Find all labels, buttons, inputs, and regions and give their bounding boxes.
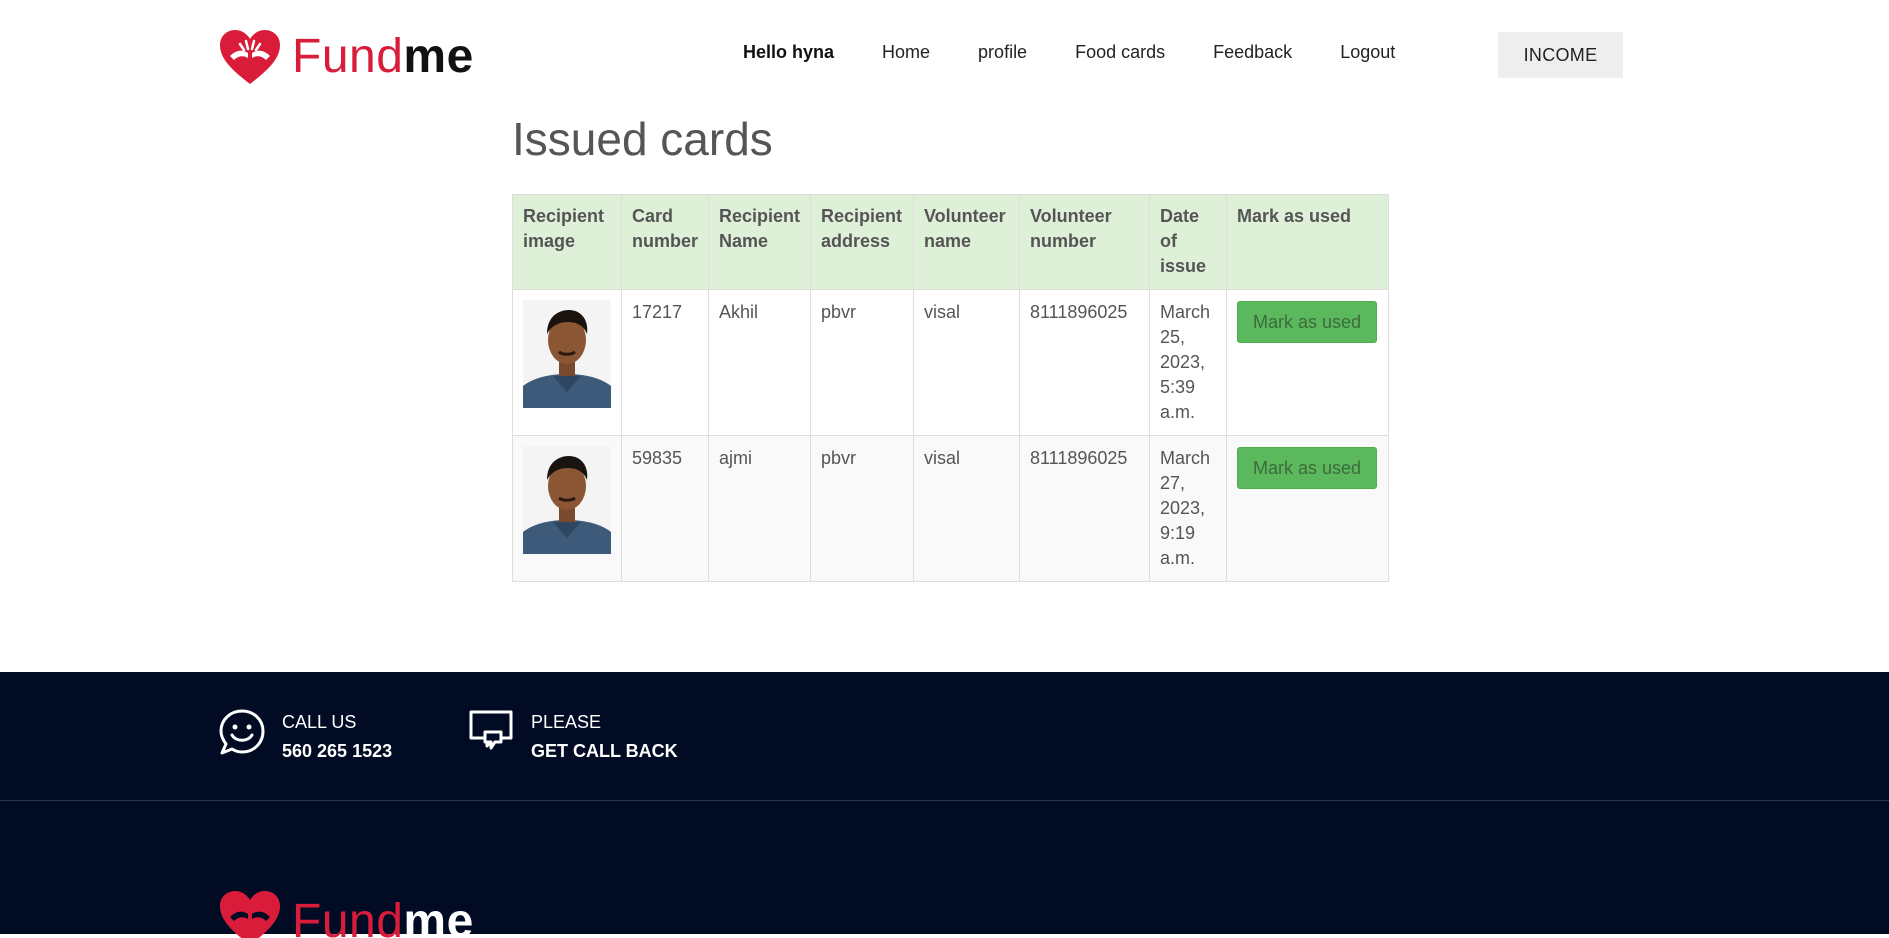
table-row: 59835 ajmi pbvr visal 8111896025 March 2… <box>512 435 1389 582</box>
recipient-photo <box>523 446 611 554</box>
callback-text: PLEASE GET CALL BACK <box>531 708 678 766</box>
site-footer: CALL US 560 265 1523 PLEASE GET CALL BAC… <box>0 672 1889 938</box>
main-nav: Hello hyna Home profile Food cards Feedb… <box>743 42 1395 63</box>
callback-label: PLEASE <box>531 712 602 732</box>
table-header-row: Recipient image Card number Recipient Na… <box>512 194 1389 290</box>
chat-bubbles-icon <box>469 710 513 750</box>
footer-logo-text-fund: Fund <box>292 895 404 938</box>
recipient-image-cell <box>512 289 622 436</box>
volunteer-name-cell: visal <box>913 289 1020 436</box>
mark-as-used-button[interactable]: Mark as used <box>1237 447 1377 489</box>
volunteer-number-cell: 8111896025 <box>1019 289 1150 436</box>
nav-food-cards[interactable]: Food cards <box>1075 42 1165 63</box>
logo-text-me: me <box>403 30 474 83</box>
date-of-issue-cell: March 25, 2023, 5:39 a.m. <box>1149 289 1227 436</box>
income-button[interactable]: INCOME <box>1498 32 1623 78</box>
mark-as-used-cell: Mark as used <box>1226 289 1389 436</box>
card-number-cell: 17217 <box>621 289 709 436</box>
volunteer-name-cell: visal <box>913 435 1020 582</box>
get-call-back-link[interactable]: GET CALL BACK <box>531 737 678 766</box>
heart-hands-logo-icon <box>220 30 280 84</box>
header-recipient-image: Recipient image <box>512 194 622 290</box>
recipient-address-cell: pbvr <box>810 289 914 436</box>
footer-logo-wordmark: Fundme <box>292 898 474 938</box>
recipient-name-cell: Akhil <box>708 289 811 436</box>
nav-home[interactable]: Home <box>882 42 930 63</box>
page-title: Issued cards <box>512 113 773 165</box>
call-us-block[interactable]: CALL US 560 265 1523 <box>218 708 392 766</box>
footer-logo[interactable]: Fundme <box>218 888 474 938</box>
footer-contact-row: CALL US 560 265 1523 PLEASE GET CALL BAC… <box>0 672 1889 801</box>
header-volunteer-number: Volunteer number <box>1019 194 1150 290</box>
card-number-cell: 59835 <box>621 435 709 582</box>
header-recipient-name: Recipient Name <box>708 194 811 290</box>
issued-cards-table-wrapper: Recipient image Card number Recipient Na… <box>512 194 1389 582</box>
recipient-photo <box>523 300 611 408</box>
volunteer-number-cell: 8111896025 <box>1019 435 1150 582</box>
heart-hands-logo-icon <box>220 891 280 938</box>
header-date-of-issue: Date of issue <box>1149 194 1227 290</box>
nav-feedback[interactable]: Feedback <box>1213 42 1292 63</box>
recipient-image-cell <box>512 435 622 582</box>
call-us-text: CALL US 560 265 1523 <box>282 708 392 766</box>
call-us-number: 560 265 1523 <box>282 741 393 761</box>
header-mark-as-used: Mark as used <box>1226 194 1389 290</box>
issued-cards-table: Recipient image Card number Recipient Na… <box>512 194 1389 582</box>
nav-logout[interactable]: Logout <box>1340 42 1395 63</box>
nav-profile[interactable]: profile <box>978 42 1027 63</box>
site-header: Fundme Hello hyna Home profile Food card… <box>0 0 1889 110</box>
header-card-number: Card number <box>621 194 709 290</box>
call-us-label: CALL US <box>282 712 357 732</box>
header-volunteer-name: Volunteer name <box>913 194 1020 290</box>
table-row: 17217 Akhil pbvr visal 8111896025 March … <box>512 289 1389 436</box>
footer-logo-text-me: me <box>403 895 474 938</box>
mark-as-used-cell: Mark as used <box>1226 435 1389 582</box>
header-recipient-address: Recipient address <box>810 194 914 290</box>
mark-as-used-button[interactable]: Mark as used <box>1237 301 1377 343</box>
site-logo[interactable]: Fundme <box>218 26 474 88</box>
recipient-address-cell: pbvr <box>810 435 914 582</box>
smile-chat-icon <box>219 709 265 755</box>
logo-text-fund: Fund <box>292 30 404 83</box>
logo-wordmark: Fundme <box>292 33 474 81</box>
nav-greeting: Hello hyna <box>743 42 835 62</box>
recipient-name-cell: ajmi <box>708 435 811 582</box>
date-of-issue-cell: March 27, 2023, 9:19 a.m. <box>1149 435 1227 582</box>
callback-block[interactable]: PLEASE GET CALL BACK <box>467 708 678 766</box>
